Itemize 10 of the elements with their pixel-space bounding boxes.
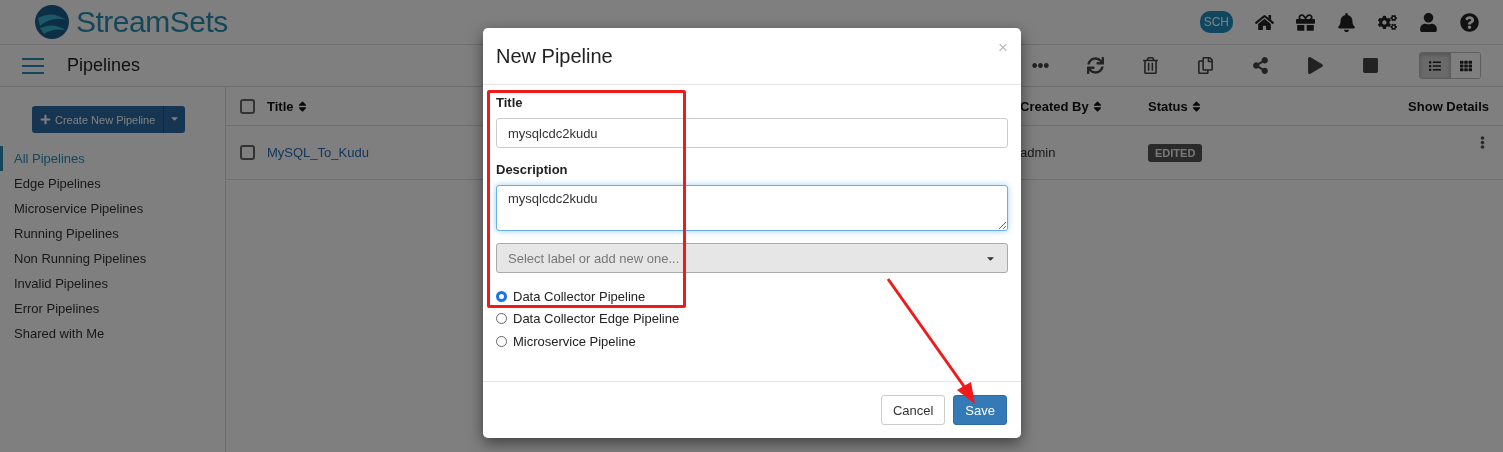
radio-label: Data Collector Pipeline: [513, 288, 646, 304]
radio-label: Microservice Pipeline: [513, 333, 636, 349]
radio-label: Data Collector Edge Pipeline: [513, 311, 680, 327]
page-title: Pipelines: [67, 55, 141, 76]
dialog-title: New Pipeline: [496, 44, 613, 68]
field-label: Title: [496, 95, 524, 110]
field-label: Description: [496, 162, 569, 177]
logo-text: StreamSets: [76, 5, 228, 39]
status-badge: EDITED: [1148, 144, 1203, 162]
table-cell-text: admin: [1020, 145, 1057, 160]
